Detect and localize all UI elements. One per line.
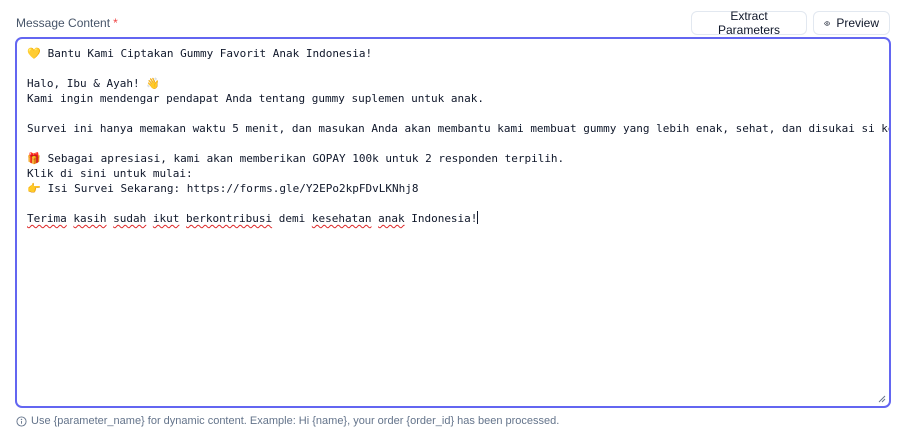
- preview-label: Preview: [836, 16, 879, 30]
- field-label: Message Content *: [16, 16, 118, 30]
- emoji-glyph: 🎁: [27, 152, 41, 165]
- message-line: 👉 Isi Survei Sekarang: https://forms.gle…: [27, 181, 879, 196]
- message-line-text: Bantu Kami Ciptakan Gummy Favorit Anak I…: [41, 47, 373, 60]
- message-text-fragment: Indonesia!: [404, 212, 478, 225]
- info-icon: [16, 415, 27, 427]
- message-line: [27, 196, 879, 211]
- resize-handle-icon[interactable]: [878, 395, 886, 403]
- message-line: Survei ini hanya memakan waktu 5 menit, …: [27, 121, 889, 136]
- extract-parameters-label: Extract Parameters: [717, 9, 781, 37]
- message-text-fragment: [179, 212, 186, 225]
- message-line-text: Kami ingin mendengar pendapat Anda tenta…: [27, 92, 484, 105]
- message-line: Klik di sini untuk mulai:: [27, 166, 879, 181]
- required-marker: *: [113, 16, 118, 30]
- message-line: Kami ingin mendengar pendapat Anda tenta…: [27, 91, 879, 106]
- message-line: 💛 Bantu Kami Ciptakan Gummy Favorit Anak…: [27, 46, 879, 61]
- message-line-text: Halo, Ibu & Ayah!: [27, 77, 147, 90]
- emoji-glyph: 💛: [27, 47, 41, 60]
- text-caret: [477, 211, 479, 224]
- message-line: 🎁 Sebagai apresiasi, kami akan memberika…: [27, 151, 879, 166]
- misspelled-word: Terima: [27, 212, 67, 225]
- parameter-hint: Use {parameter_name} for dynamic content…: [16, 415, 559, 427]
- message-text-fragment: [146, 212, 153, 225]
- message-line: [27, 106, 879, 121]
- message-line-text: Isi Survei Sekarang: https://forms.gle/Y…: [41, 182, 419, 195]
- message-line: [27, 136, 879, 151]
- emoji-glyph: 👋: [146, 77, 160, 90]
- misspelled-word: kasih: [73, 212, 107, 225]
- message-line-text: Klik di sini untuk mulai:: [27, 167, 193, 180]
- misspelled-word: berkontribusi: [186, 212, 273, 225]
- message-last-line: Terima kasih sudah ikut berkontribusi de…: [27, 211, 879, 226]
- message-line: [27, 61, 879, 76]
- message-line-text: Sebagai apresiasi, kami akan memberikan …: [41, 152, 565, 165]
- misspelled-word: kesehatan: [311, 212, 372, 225]
- parameter-hint-text: Use {parameter_name} for dynamic content…: [31, 415, 560, 427]
- message-content-textarea[interactable]: 💛 Bantu Kami Ciptakan Gummy Favorit Anak…: [15, 37, 891, 408]
- field-label-text: Message Content: [16, 16, 111, 30]
- message-line-text: Survei ini hanya memakan waktu 5 menit, …: [27, 122, 891, 135]
- emoji-glyph: 👉: [27, 182, 41, 195]
- misspelled-word: anak: [378, 212, 405, 225]
- preview-button[interactable]: Preview: [813, 11, 890, 35]
- message-lines: 💛 Bantu Kami Ciptakan Gummy Favorit Anak…: [27, 46, 889, 211]
- message-line: Halo, Ibu & Ayah! 👋: [27, 76, 879, 91]
- eye-icon: [824, 20, 831, 26]
- misspelled-word: ikut: [152, 212, 180, 225]
- extract-parameters-button[interactable]: Extract Parameters: [691, 9, 807, 37]
- message-text-fragment: demi: [272, 212, 312, 225]
- misspelled-word: sudah: [113, 212, 147, 225]
